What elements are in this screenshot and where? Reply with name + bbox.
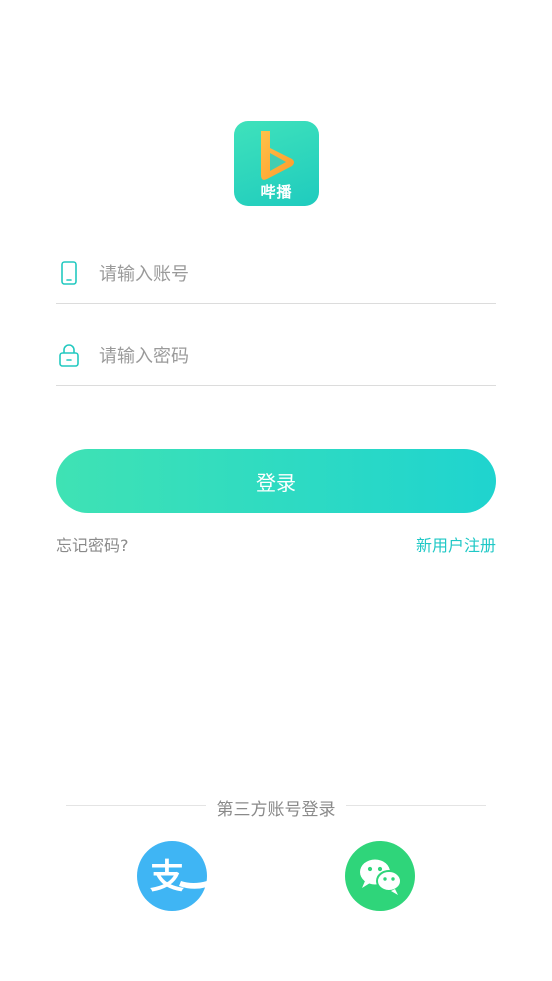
third-party-title-text: 第三方账号登录 — [216, 800, 336, 820]
password-field — [56, 325, 496, 386]
alipay-icon: 支 — [150, 857, 207, 897]
app-logo: 哔播 — [234, 121, 319, 206]
account-field — [56, 243, 496, 304]
wechat-login-button[interactable] — [345, 841, 415, 911]
wechat-icon — [360, 859, 402, 895]
register-link[interactable]: 新用户注册 — [416, 532, 496, 556]
phone-icon — [61, 261, 77, 285]
third-party-title: 第三方账号登录 — [0, 795, 552, 820]
svg-text:支: 支 — [150, 857, 184, 897]
logo-text: 哔播 — [260, 183, 293, 201]
alipay-login-button[interactable]: 支 — [137, 841, 207, 911]
lock-icon — [59, 344, 79, 367]
forgot-password-link[interactable]: 忘记密码? — [56, 532, 129, 556]
account-input[interactable] — [97, 253, 491, 295]
password-input[interactable] — [97, 335, 491, 377]
login-button[interactable]: 登录 — [56, 449, 496, 513]
